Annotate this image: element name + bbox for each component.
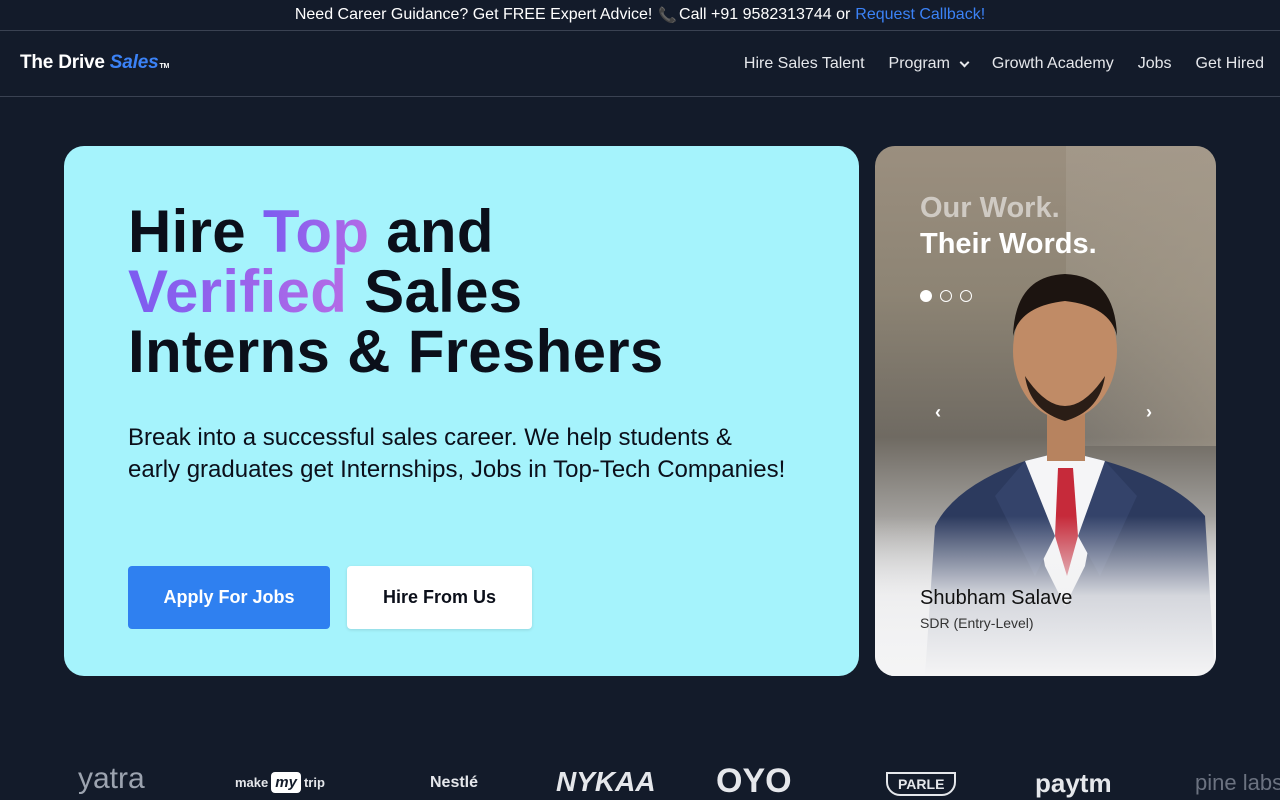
paytm-logo: paytm — [1035, 768, 1112, 798]
client-logos-strip: yatra make my trip Nestlé NYKAA OYO PARL… — [0, 752, 1280, 800]
nav-jobs[interactable]: Jobs — [1138, 55, 1172, 73]
parle-logo: PARLE — [886, 772, 957, 796]
logo-sales-text: Sales — [109, 52, 159, 73]
call-text: Call +91 9582313744 or — [679, 6, 851, 23]
apply-for-jobs-button[interactable]: Apply For Jobs — [128, 566, 330, 629]
carousel-dot[interactable] — [960, 290, 972, 302]
nestle-logo: Nestlé — [430, 774, 479, 791]
nav-jobs-label: Jobs — [1137, 55, 1172, 72]
request-callback-link[interactable]: Request Callback! — [855, 6, 985, 24]
hero-subtitle: Break into a successful sales career. We… — [128, 424, 786, 483]
nav-program-label: Program — [888, 55, 950, 72]
testimonial-heading: Their Words. — [920, 228, 1097, 260]
nav-growth-academy[interactable]: Growth Academy — [992, 55, 1114, 73]
chevron-left-icon[interactable]: ‹ — [935, 402, 941, 423]
carousel-dots — [920, 290, 972, 302]
hero-title-highlight: Top — [262, 198, 370, 265]
nykaa-logo: NYKAA — [556, 766, 656, 797]
logo-text: The Drive — [20, 52, 105, 73]
carousel-dot[interactable] — [940, 290, 952, 302]
oyo-logo: OYO — [716, 762, 792, 800]
nav-growth-academy-label: Growth Academy — [991, 55, 1114, 72]
nav-program-dropdown[interactable]: Program — [888, 55, 970, 73]
announcement-text: Need Career Guidance? Get FREE Expert Ad… — [294, 6, 653, 23]
hero-title-highlight: Verified — [128, 258, 348, 325]
testimonial-name: Shubham Salave — [920, 587, 1073, 609]
hero-card: Hire Top and Verified Sales Interns & Fr… — [64, 146, 859, 676]
carousel-dot[interactable] — [920, 290, 932, 302]
makemytrip-logo-make: make — [235, 775, 269, 790]
makemytrip-logo-trip: trip — [303, 775, 325, 790]
chevron-right-icon[interactable]: › — [1146, 402, 1152, 423]
testimonial-carousel: Our Work. Their Words. ‹ › Shubham Salav… — [875, 146, 1216, 676]
logo[interactable]: The Drive Sales TM — [20, 52, 169, 74]
nav-hire-sales-talent-label: Hire Sales Talent — [743, 55, 865, 72]
logo-trademark: TM — [159, 63, 170, 70]
makemytrip-logo: make my trip — [235, 772, 325, 793]
hero-title-part: Interns & Freshers — [128, 318, 664, 385]
nav-get-hired[interactable]: Get Hired — [1196, 55, 1264, 73]
testimonial-role: SDR (Entry-Level) — [920, 615, 1034, 631]
pinelabs-logo: pine labs — [1195, 770, 1280, 795]
yatra-logo: yatra — [78, 762, 145, 795]
hero-title-part: Sales — [347, 258, 523, 325]
announcement-bar: Need Career Guidance? Get FREE Expert Ad… — [0, 0, 1280, 31]
chevron-down-icon — [959, 57, 970, 67]
hero-title-part: Hire — [128, 198, 263, 265]
testimonial-heading-faded: Our Work. — [920, 192, 1060, 224]
navbar: The Drive Sales TM Hire Sales Talent Pro… — [0, 31, 1280, 97]
nav-get-hired-label: Get Hired — [1195, 55, 1264, 72]
hire-from-us-button[interactable]: Hire From Us — [347, 566, 532, 629]
hero-title: Hire Top and Verified Sales Interns & Fr… — [128, 202, 768, 382]
nav-hire-sales-talent[interactable]: Hire Sales Talent — [744, 55, 865, 73]
hero-title-part: and — [369, 198, 494, 265]
phone-icon: 📞 — [658, 7, 678, 24]
makemytrip-logo-my: my — [271, 772, 301, 793]
nav-links: Hire Sales Talent Program Growth Academy… — [744, 31, 1264, 97]
